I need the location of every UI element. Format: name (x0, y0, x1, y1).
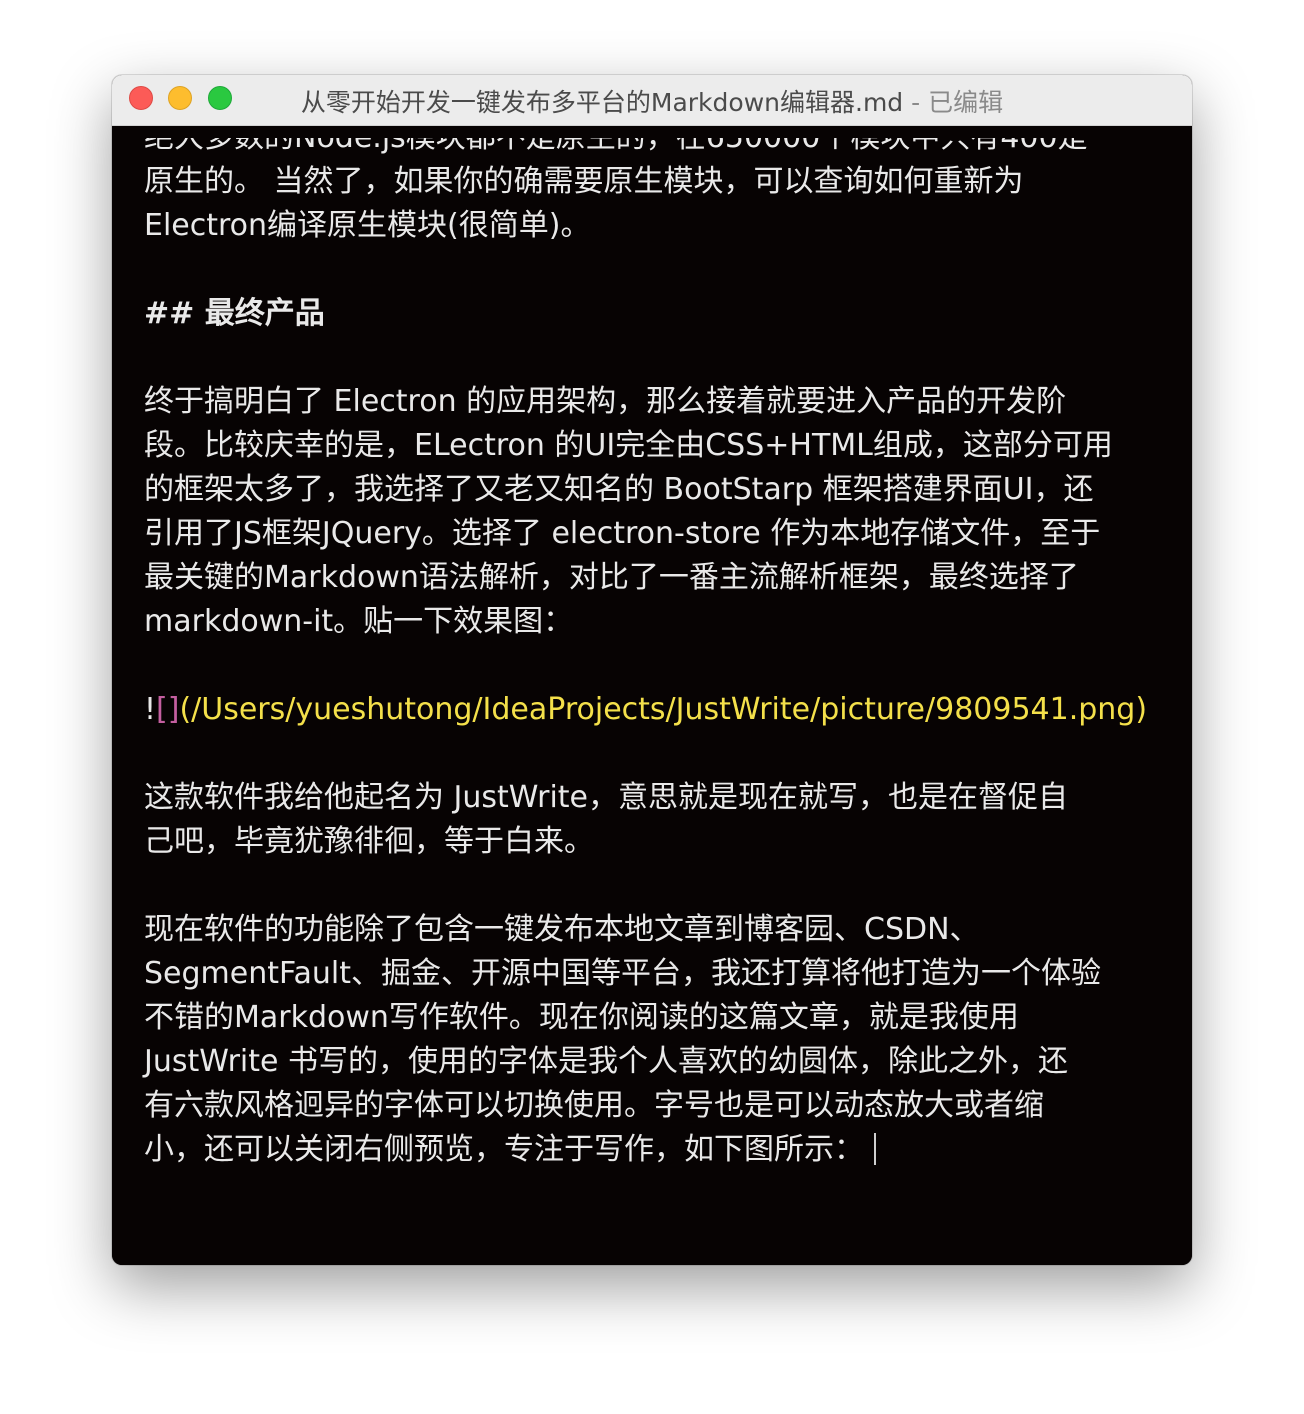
last-text-line: 小，还可以关闭右侧预览，专注于写作，如下图所示： (144, 1128, 1154, 1172)
text-line: 己吧，毕竟犹豫徘徊，等于白来。 (144, 824, 594, 859)
title-bar[interactable]: 从零开始开发一键发布多平台的Markdown编辑器.md - 已编辑 (112, 75, 1192, 126)
partial-text-line: 绝大多数的Node.js模块都不是原生的，在650000个模块中只有400是 (144, 138, 1154, 160)
text-line: 的框架太多了，我选择了又老又知名的 BootStarp 框架搭建界面UI，还 (144, 472, 1094, 507)
document-name: 从零开始开发一键发布多平台的Markdown编辑器.md (300, 88, 904, 117)
text-line: SegmentFault、掘金、开源中国等平台，我还打算将他打造为一个体验 (144, 956, 1101, 991)
image-link-alt-brackets: [] (156, 692, 180, 727)
edited-status: 已编辑 (928, 88, 1004, 117)
text-line: 不错的Markdown写作软件。现在你阅读的这篇文章，就是我使用 (144, 1000, 1019, 1035)
image-link-bang: ! (144, 692, 157, 727)
markdown-heading: ## 最终产品 (144, 296, 325, 331)
scrolled-line-clip: 绝大多数的Node.js模块都不是原生的，在650000个模块中只有400是 (144, 138, 1154, 160)
text-line: 原生的。 当然了，如果你的确需要原生模块，可以查询如何重新为 (144, 164, 1024, 199)
text-line-with-cursor: 小，还可以关闭右侧预览，专注于写作，如下图所示： (144, 1132, 864, 1167)
text-line: 终于搞明白了 Electron 的应用架构，那么接着就要进入产品的开发阶 (144, 384, 1067, 419)
text-line: 段。比较庆幸的是，ELectron 的UI完全由CSS+HTML组成，这部分可用 (144, 428, 1113, 463)
text-line: Electron编译原生模块(很简单)。 (144, 208, 591, 243)
text-line: 现在软件的功能除了包含一键发布本地文章到博客园、CSDN、 (144, 912, 980, 947)
text-line: 有六款风格迥异的字体可以切换使用。字号也是可以动态放大或者缩 (144, 1088, 1044, 1123)
markdown-editor[interactable]: 绝大多数的Node.js模块都不是原生的，在650000个模块中只有400是 原… (112, 126, 1192, 1265)
text-line: 最关键的Markdown语法解析，对比了一番主流解析框架，最终选择了 (144, 560, 1079, 595)
text-line: 这款软件我给他起名为 JustWrite，意思就是现在就写，也是在督促自 (144, 780, 1068, 815)
markdown-image-link: ![](/Users/yueshutong/IdeaProjects/JustW… (144, 688, 1154, 732)
text-line: 引用了JS框架JQuery。选择了 electron-store 作为本地存储文… (144, 516, 1101, 551)
editor-content[interactable]: 绝大多数的Node.js模块都不是原生的，在650000个模块中只有400是 原… (144, 138, 1154, 1172)
text-cursor (874, 1133, 876, 1165)
window-title: 从零开始开发一键发布多平台的Markdown编辑器.md - 已编辑 (112, 83, 1192, 119)
text-line: JustWrite 书写的，使用的字体是我个人喜欢的幼圆体，除此之外，还 (144, 1044, 1068, 1079)
title-separator: - (903, 88, 929, 117)
image-link-url: (/Users/yueshutong/IdeaProjects/JustWrit… (179, 692, 1148, 727)
text-line: markdown-it。贴一下效果图： (144, 604, 574, 639)
editor-window: 从零开始开发一键发布多平台的Markdown编辑器.md - 已编辑 绝大多数的… (112, 75, 1192, 1265)
